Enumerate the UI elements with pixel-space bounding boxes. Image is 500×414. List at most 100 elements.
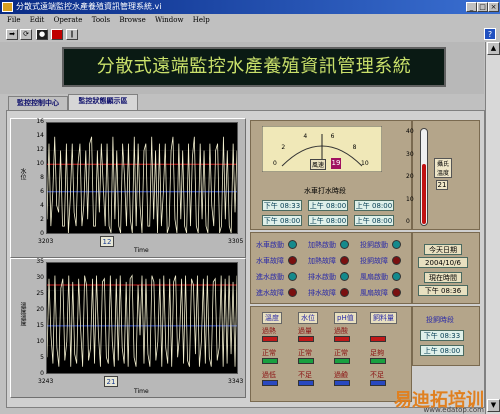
menu-edit[interactable]: Edit [30,16,45,24]
window-titlebar: 分散式遠端監控水產養殖資訊管理系統.vi _ □ × [0,0,500,14]
context-help-icon[interactable]: ? [484,28,496,40]
thermometer-tick-label: 40 [406,128,414,135]
level-led-icon [262,380,278,386]
feed-title: 投飼時段 [426,316,454,324]
chart2-x-value[interactable]: 21 [104,376,118,387]
status-label: 水車啟動 [256,241,284,249]
tab-status-display[interactable]: 監控狀態顯示區 [68,94,138,111]
minimize-button[interactable]: _ [466,2,477,12]
status-label: 進水啟動 [256,273,284,281]
labview-vi-icon [2,2,13,12]
status-label: 進水故障 [256,289,284,297]
y-tick-label: 10 [36,160,44,167]
level-led-icon [334,336,350,342]
y-tick-label: 25 [36,290,44,297]
time-value: 下午 08:36 [418,285,468,296]
run-arrow-icon[interactable]: ➡ [6,29,18,40]
system-banner: 分散式遠端監控水產養殖資訊管理系統 [62,47,446,87]
thermometer-tube [420,128,428,226]
menu-operate[interactable]: Operate [54,16,83,24]
feed-time-1[interactable]: 下午 08:33 [420,330,464,341]
y-tick-label: 35 [36,258,44,265]
series-line [47,274,237,367]
level-state-label: 過熱 [262,327,276,335]
status-led-icon [340,240,349,249]
menu-window[interactable]: Window [155,16,184,24]
abort-icon[interactable]: ● [36,29,48,40]
schedule-time-1[interactable]: 下午 08:33 [262,200,302,211]
menu-tools[interactable]: Tools [92,16,110,24]
date-title: 今天日期 [424,244,462,255]
maximize-button[interactable]: □ [477,2,488,12]
level-led-icon [262,358,278,364]
status-led-icon [288,288,297,297]
y-tick-label: 30 [36,274,44,281]
gauge-tick-label: 4 [303,133,308,141]
status-led-icon [392,256,401,265]
thermometer-tick-label: 0 [406,218,410,225]
chart2-ylabel: 溫度溫度 [19,302,26,326]
schedule-title: 水車打水時段 [304,187,346,195]
stop-icon[interactable] [51,29,63,40]
feed-time-2[interactable]: 上午 08:00 [420,345,464,356]
level-state-label: 正常 [298,349,312,357]
level-led-icon [298,358,314,364]
level-led-icon [334,358,350,364]
chart1-x-end: 3305 [228,238,244,245]
menu-help[interactable]: Help [193,16,210,24]
y-tick-label: 16 [36,118,44,125]
status-led-icon [288,240,297,249]
level-led-icon [262,336,278,342]
chart2-xlabel: Time [134,388,149,395]
y-tick-label: 4 [40,202,44,209]
status-label: 加熱故障 [308,257,336,265]
schedule-time-4[interactable]: 下午 08:00 [262,215,302,226]
status-led-icon [392,288,401,297]
scroll-up-icon[interactable]: ▲ [487,42,500,55]
status-label: 投飼故障 [360,257,388,265]
status-led-icon [288,256,297,265]
status-label: 投飼啟動 [360,241,388,249]
tab-control-center[interactable]: 監控控制中心 [8,96,68,111]
gauge-tick-label: 0 [273,160,277,167]
schedule-time-6[interactable]: 上午 08:00 [354,215,394,226]
y-tick-label: 0 [40,370,44,377]
pause-icon[interactable]: ∥ [66,29,78,40]
gauge-tick-label: 10 [361,160,369,167]
level-state-label: 足夠 [370,349,384,357]
level-state-label: 正常 [334,349,348,357]
status-label: 排水啟動 [308,273,336,281]
y-tick-label: 2 [40,216,44,223]
status-led-icon [340,272,349,281]
date-value: 2004/10/6 [418,257,468,268]
thermometer-tick-label: 30 [406,150,414,158]
chart2-x-start: 3243 [38,378,54,385]
menu-file[interactable]: File [7,16,20,24]
run-continuous-icon[interactable]: ⟳ [20,29,32,40]
scroll-down-icon[interactable]: ▼ [487,399,500,412]
level-state-label: 過酸 [334,327,348,335]
status-label: 排水故障 [308,289,336,297]
level-led-icon [298,380,314,386]
window-title: 分散式遠端監控水產養殖資訊管理系統.vi [16,2,162,11]
chart1-x-value[interactable]: 12 [100,236,114,247]
gauge-tick-label: 2 [281,143,286,151]
thermometer-tick-label: 10 [406,195,414,203]
level-header: 飼料量 [370,312,397,324]
gauge-label: 風速 [310,159,327,170]
level-led-icon [298,336,314,342]
schedule-time-2[interactable]: 上午 08:00 [308,200,348,211]
thermometer-tick-label: 20 [406,173,414,180]
level-led-icon [370,336,386,342]
thermometer-label: 攝氏溫度 [434,158,452,178]
schedule-time-5[interactable]: 上午 08:00 [308,215,348,226]
series-line [47,136,237,233]
vertical-scrollbar[interactable]: ▲ ▼ [485,42,500,414]
y-tick-label: 12 [36,146,44,153]
status-led-icon [392,272,401,281]
menu-browse[interactable]: Browse [119,16,145,24]
close-button[interactable]: × [488,2,499,12]
schedule-time-3[interactable]: 上午 08:00 [354,200,394,211]
status-label: 水車故障 [256,257,284,265]
level-state-label: 過低 [262,371,276,379]
